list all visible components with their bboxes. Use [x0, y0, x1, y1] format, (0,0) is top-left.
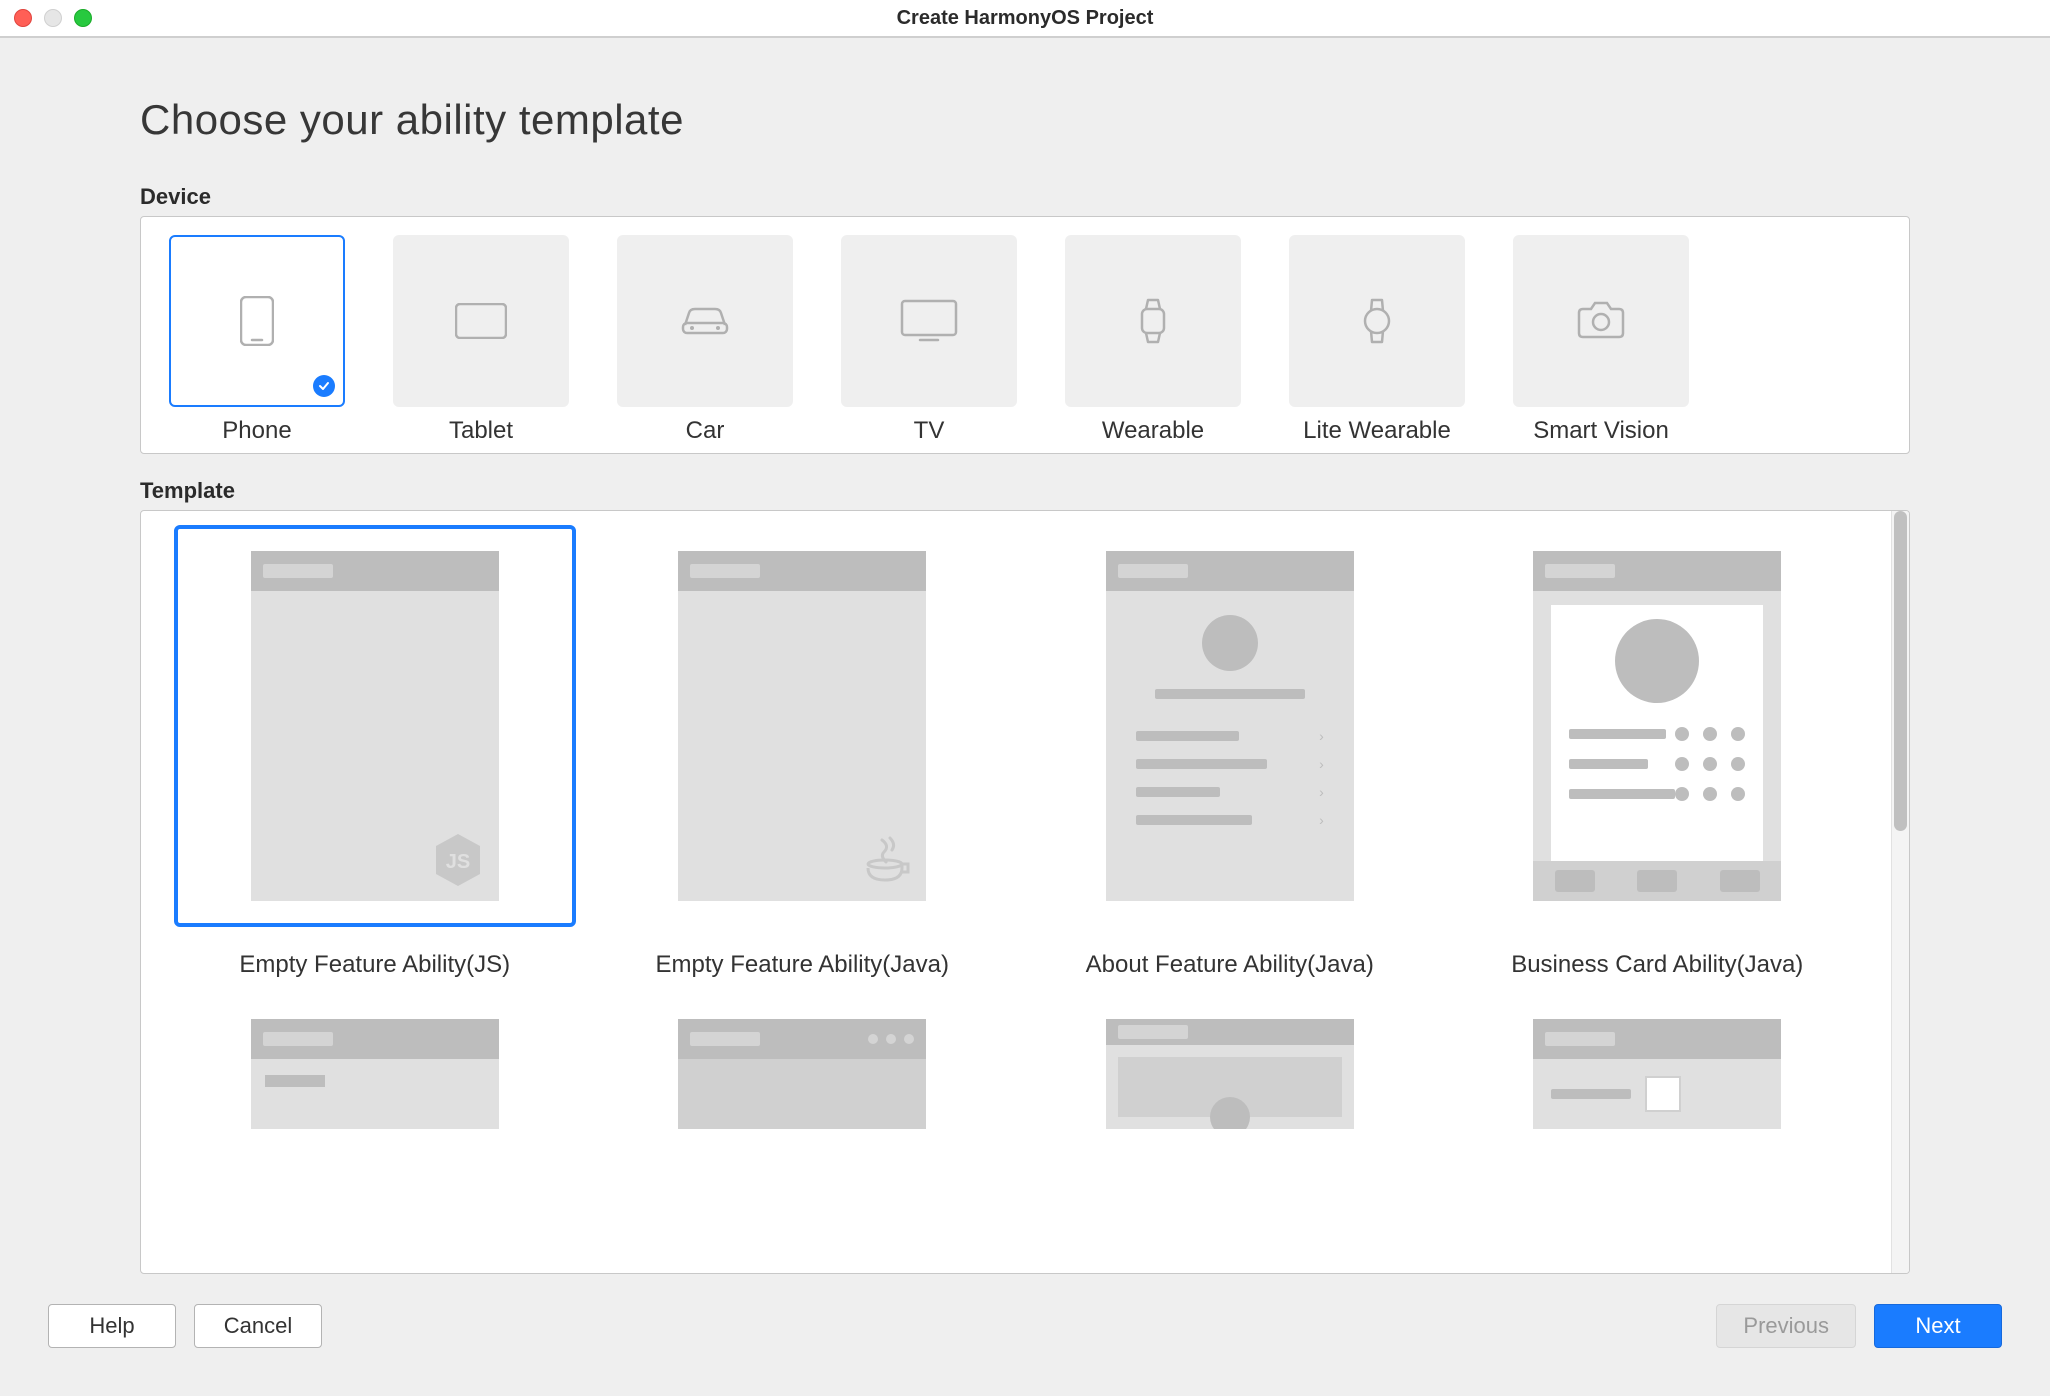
scrollbar-thumb[interactable]	[1894, 511, 1907, 831]
tv-icon	[900, 299, 958, 343]
device-option-wearable[interactable]: Wearable	[1065, 235, 1241, 445]
wearable-icon	[1136, 297, 1170, 345]
window-title: Create HarmonyOS Project	[0, 7, 2050, 30]
device-box	[1513, 235, 1689, 407]
lite-wearable-icon	[1360, 297, 1394, 345]
template-grid: JS Empty Feature Ability(JS)	[141, 511, 1891, 1273]
maximize-window-button[interactable]	[74, 9, 92, 27]
template-option-business-card-java[interactable]: Business Card Ability(Java)	[1454, 525, 1862, 979]
template-label: Business Card Ability(Java)	[1511, 951, 1803, 979]
template-option-empty-js[interactable]: JS Empty Feature Ability(JS)	[171, 525, 579, 979]
device-label: Smart Vision	[1533, 417, 1669, 445]
svg-text:JS: JS	[446, 851, 470, 873]
device-label: Phone	[222, 417, 291, 445]
template-thumbnail	[601, 1019, 1003, 1139]
device-box	[1289, 235, 1465, 407]
cancel-button[interactable]: Cancel	[194, 1304, 322, 1348]
device-label: Wearable	[1102, 417, 1204, 445]
device-label: Lite Wearable	[1303, 417, 1451, 445]
window-controls	[14, 9, 92, 27]
device-option-lite-wearable[interactable]: Lite Wearable	[1289, 235, 1465, 445]
template-label: Empty Feature Ability(Java)	[656, 951, 949, 979]
template-thumbnail	[1456, 525, 1858, 927]
device-box	[169, 235, 345, 407]
device-label: Car	[686, 417, 725, 445]
template-scrollbar[interactable]	[1891, 511, 1909, 1273]
template-option-row2-4[interactable]	[1454, 1019, 1862, 1139]
device-option-car[interactable]: Car	[617, 235, 793, 445]
js-icon: JS	[433, 835, 483, 885]
close-window-button[interactable]	[14, 9, 32, 27]
template-thumbnail: JS	[174, 525, 576, 927]
template-thumbnail	[601, 525, 1003, 927]
window-body: Choose your ability template Device Phon…	[0, 38, 2050, 1396]
template-option-row2-1[interactable]	[171, 1019, 579, 1139]
template-section-label: Template	[140, 478, 1910, 504]
template-option-about-java[interactable]: › › › › About Feature Ability(Java)	[1026, 525, 1434, 979]
titlebar: Create HarmonyOS Project	[0, 0, 2050, 38]
template-thumbnail	[1456, 1019, 1858, 1139]
template-thumbnail: › › › ›	[1029, 525, 1431, 927]
template-thumbnail	[174, 1019, 576, 1139]
page-heading: Choose your ability template	[140, 96, 1910, 144]
template-label: About Feature Ability(Java)	[1086, 951, 1374, 979]
previous-button: Previous	[1716, 1304, 1856, 1348]
device-box	[841, 235, 1017, 407]
wizard-footer: Help Cancel Previous Next	[0, 1304, 2050, 1396]
camera-icon	[1575, 301, 1627, 341]
template-thumbnail	[1029, 1019, 1431, 1139]
next-button[interactable]: Next	[1874, 1304, 2002, 1348]
device-option-tablet[interactable]: Tablet	[393, 235, 569, 445]
device-box	[1065, 235, 1241, 407]
help-button[interactable]: Help	[48, 1304, 176, 1348]
template-label: Empty Feature Ability(JS)	[239, 951, 510, 979]
device-box	[617, 235, 793, 407]
device-label: Tablet	[449, 417, 513, 445]
template-option-row2-3[interactable]	[1026, 1019, 1434, 1139]
check-icon	[313, 375, 335, 397]
device-section-label: Device	[140, 184, 1910, 210]
device-panel: Phone Tablet Car	[140, 216, 1910, 454]
device-box	[393, 235, 569, 407]
minimize-window-button[interactable]	[44, 9, 62, 27]
template-option-row2-2[interactable]	[599, 1019, 1007, 1139]
tablet-icon	[455, 303, 507, 339]
wizard-page: Choose your ability template Device Phon…	[0, 38, 2050, 1304]
device-option-smart-vision[interactable]: Smart Vision	[1513, 235, 1689, 445]
java-icon	[860, 835, 910, 885]
car-icon	[677, 301, 733, 341]
template-panel: JS Empty Feature Ability(JS)	[140, 510, 1910, 1274]
device-option-tv[interactable]: TV	[841, 235, 1017, 445]
template-option-empty-java[interactable]: Empty Feature Ability(Java)	[599, 525, 1007, 979]
device-option-phone[interactable]: Phone	[169, 235, 345, 445]
phone-icon	[240, 296, 274, 346]
device-label: TV	[914, 417, 945, 445]
